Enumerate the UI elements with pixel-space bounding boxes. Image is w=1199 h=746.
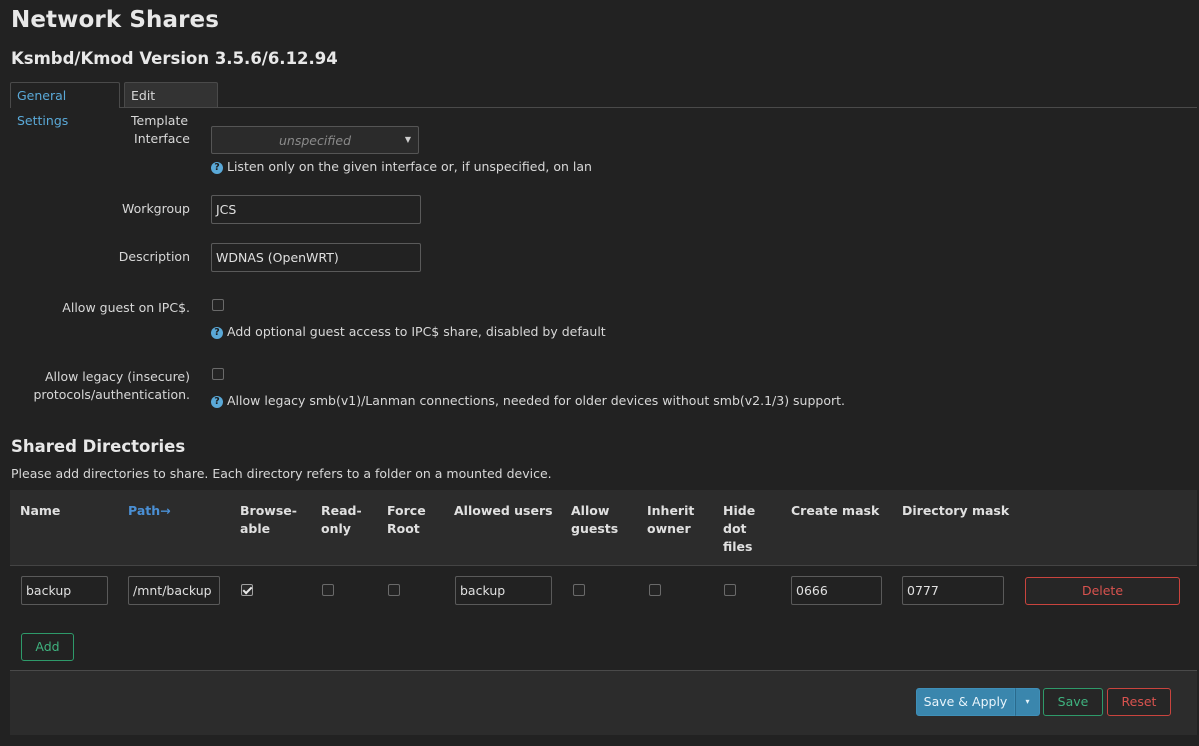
col-allow-guests-line2: guests	[571, 521, 619, 536]
row-read-only-checkbox[interactable]	[322, 584, 334, 596]
col-hide-dot-files-line1: Hide	[723, 503, 756, 518]
chevron-down-icon: ▾	[1025, 697, 1030, 706]
version-heading: Ksmbd/Kmod Version 3.5.6/6.12.94	[11, 49, 338, 68]
allow-guest-label: Allow guest on IPC$.	[62, 300, 190, 315]
row-allow-guests-checkbox[interactable]	[573, 584, 585, 596]
col-force-root-line2: Root	[387, 521, 420, 536]
chevron-down-icon: ▼	[404, 135, 411, 144]
col-browseable-line2: able	[240, 521, 271, 536]
allow-legacy-label: Allow legacy (insecure) protocols/authen…	[33, 368, 190, 404]
row-hide-dot-files-checkbox[interactable]	[724, 584, 736, 596]
allow-legacy-checkbox[interactable]	[212, 368, 224, 380]
help-icon: ?	[211, 162, 223, 174]
row-inherit-owner-checkbox[interactable]	[649, 584, 661, 596]
col-read-only: Read- only	[321, 502, 362, 538]
add-button[interactable]: Add	[21, 633, 74, 661]
save-button[interactable]: Save	[1043, 688, 1103, 716]
tab-bar: General Settings Edit Template	[10, 82, 1197, 128]
allow-legacy-hint: ? Allow legacy smb(v1)/Lanman connections…	[211, 393, 845, 408]
col-create-mask: Create mask	[791, 503, 880, 518]
interface-label: Interface	[134, 131, 190, 146]
interface-hint-text: Listen only on the given interface or, i…	[227, 159, 592, 174]
shares-table: Name Path→ Browse- able Read- only Force…	[10, 490, 1197, 671]
col-allow-guests-line1: Allow	[571, 503, 610, 518]
row-force-root-checkbox[interactable]	[388, 584, 400, 596]
row-create-mask-input[interactable]: 0666	[791, 576, 882, 605]
save-apply-button[interactable]: Save & Apply	[916, 688, 1015, 716]
footer-action-bar: Save & Apply ▾ Save Reset	[10, 671, 1197, 735]
col-browseable: Browse- able	[240, 502, 297, 538]
sort-arrow-icon: →	[160, 503, 171, 518]
col-inherit-owner: Inherit owner	[647, 502, 694, 538]
col-hide-dot-files-line2: dot	[723, 521, 747, 536]
delete-button[interactable]: Delete	[1025, 577, 1180, 605]
allow-guest-hint-text: Add optional guest access to IPC$ share,…	[227, 324, 606, 339]
col-allow-guests: Allow guests	[571, 502, 618, 538]
col-directory-mask: Directory mask	[902, 503, 1010, 518]
row-allowed-users-input[interactable]: backup	[455, 576, 552, 605]
col-read-only-line2: only	[321, 521, 351, 536]
help-icon: ?	[211, 396, 223, 408]
col-inherit-owner-line2: owner	[647, 521, 691, 536]
col-hide-dot-files-line3: files	[723, 539, 753, 554]
workgroup-label: Workgroup	[122, 201, 190, 216]
save-apply-dropdown-button[interactable]: ▾	[1015, 688, 1040, 716]
reset-button[interactable]: Reset	[1107, 688, 1171, 716]
col-inherit-owner-line1: Inherit	[647, 503, 695, 518]
shared-directories-title: Shared Directories	[11, 437, 186, 456]
allow-guest-hint: ? Add optional guest access to IPC$ share…	[211, 324, 606, 339]
allow-legacy-label-line1: Allow legacy (insecure)	[44, 369, 190, 384]
tab-edit-template[interactable]: Edit Template	[124, 82, 218, 128]
row-name-input[interactable]: backup	[21, 576, 108, 605]
col-browseable-line1: Browse-	[240, 503, 297, 518]
col-hide-dot-files: Hide dot files	[723, 502, 755, 556]
col-path[interactable]: Path→	[128, 502, 171, 520]
help-icon: ?	[211, 327, 223, 339]
allow-guest-checkbox[interactable]	[212, 299, 224, 311]
tab-general-settings[interactable]: General Settings	[10, 82, 120, 128]
col-name: Name	[20, 503, 61, 518]
description-input[interactable]: WDNAS (OpenWRT)	[211, 243, 421, 272]
shared-directories-description: Please add directories to share. Each di…	[11, 466, 552, 481]
allow-legacy-label-line2: protocols/authentication.	[33, 387, 190, 402]
col-force-root-line1: Force	[387, 503, 426, 518]
interface-select[interactable]: unspecified ▼	[211, 126, 419, 154]
network-shares-page: Network Shares Ksmbd/Kmod Version 3.5.6/…	[0, 0, 1199, 746]
col-force-root: Force Root	[387, 502, 426, 538]
workgroup-input[interactable]: JCS	[211, 195, 421, 224]
interface-hint: ? Listen only on the given interface or, …	[211, 159, 592, 174]
row-path-input[interactable]: /mnt/backup	[128, 576, 220, 605]
row-directory-mask-input[interactable]: 0777	[902, 576, 1004, 605]
col-read-only-line1: Read-	[321, 503, 362, 518]
allow-legacy-hint-text: Allow legacy smb(v1)/Lanman connections,…	[227, 393, 846, 408]
table-header: Name Path→ Browse- able Read- only Force…	[10, 490, 1197, 566]
row-browseable-checkbox[interactable]	[241, 584, 253, 596]
col-allowed-users: Allowed users	[454, 503, 553, 518]
page-title: Network Shares	[11, 7, 220, 33]
interface-select-value: unspecified	[278, 133, 352, 148]
description-label: Description	[118, 249, 190, 264]
col-path-label: Path	[128, 503, 161, 518]
